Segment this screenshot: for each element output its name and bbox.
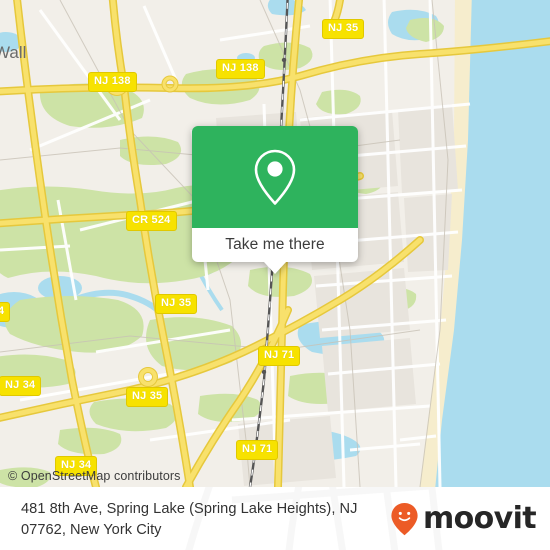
location-popup-card[interactable]: Take me there [192, 126, 358, 274]
place-label-wall: Wall [0, 43, 27, 62]
road-shield-nj-35-mid[interactable]: NJ 35 [155, 294, 198, 314]
road-shield-cr-524[interactable]: CR 524 [126, 211, 177, 231]
popup-action-label: Take me there [225, 236, 325, 253]
moovit-wordmark: moovit [422, 500, 537, 536]
road-shield-nj-71-mid[interactable]: NJ 71 [258, 346, 301, 366]
popup-pointer-tail [264, 262, 286, 274]
road-shield-nj-71-lower[interactable]: NJ 71 [236, 440, 279, 460]
map-screenshot: Wall NJ 35 NJ 138 NJ 138 CR 524 NJ 35 NJ… [0, 0, 550, 550]
road-shield-nj-35-top[interactable]: NJ 35 [322, 19, 365, 39]
road-shield-nj-138-left[interactable]: NJ 138 [88, 72, 137, 92]
road-shield-nj-35-lower[interactable]: NJ 35 [126, 387, 169, 407]
popup-header [192, 126, 358, 228]
moovit-smiley-pin-icon [391, 502, 418, 535]
road-shield-partial-left[interactable]: 4 [0, 302, 11, 322]
popup-action-button[interactable]: Take me there [192, 228, 358, 262]
bottom-info-bar: 481 8th Ave, Spring Lake (Spring Lake He… [0, 487, 550, 550]
address-text: 481 8th Ave, Spring Lake (Spring Lake He… [21, 501, 358, 539]
map-pin-icon [254, 149, 296, 205]
road-shield-nj-138-right[interactable]: NJ 138 [216, 59, 265, 79]
moovit-logo[interactable]: moovit [390, 500, 537, 536]
map-canvas[interactable]: Wall NJ 35 NJ 138 NJ 138 CR 524 NJ 35 NJ… [0, 0, 550, 487]
osm-attribution[interactable]: © OpenStreetMap contributors [8, 469, 181, 483]
road-shield-nj-34-left[interactable]: NJ 34 [0, 376, 42, 396]
